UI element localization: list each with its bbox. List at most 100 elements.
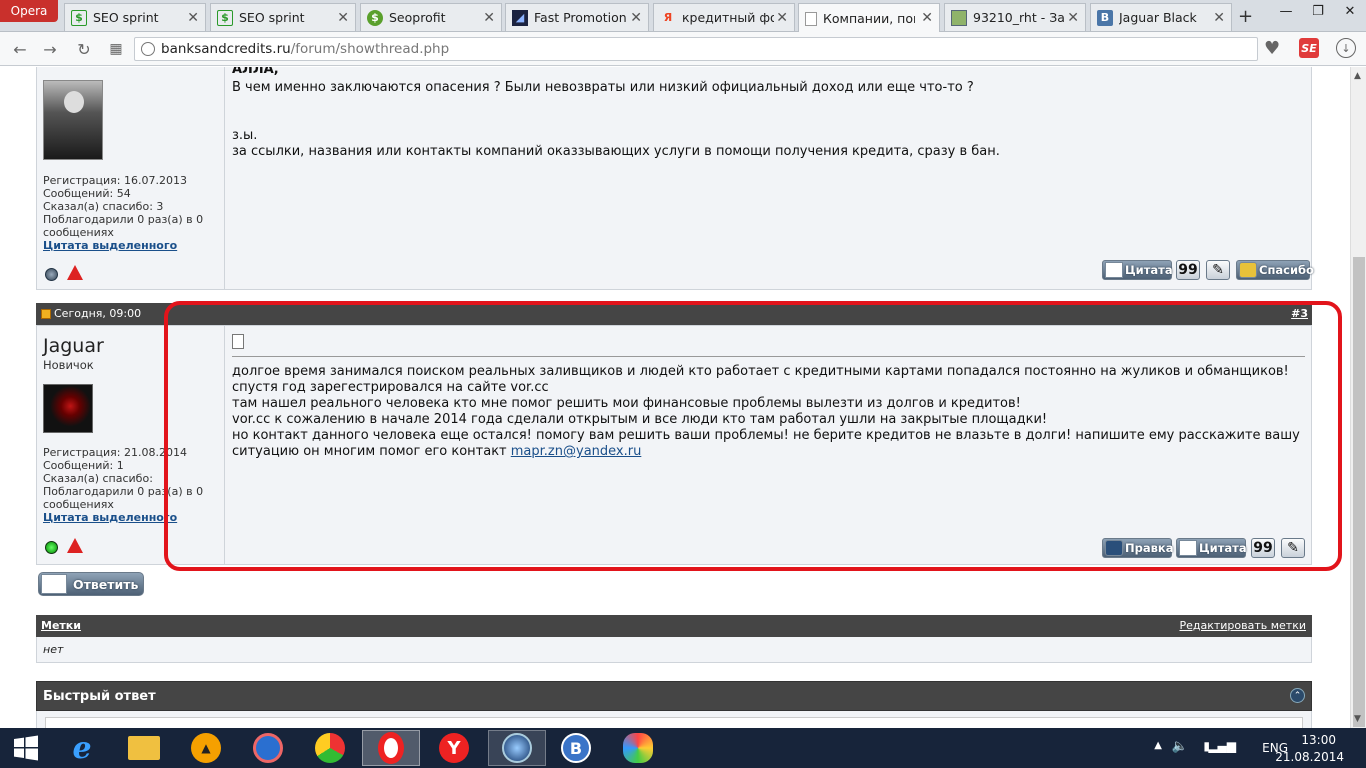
quick-reply-body bbox=[36, 711, 1312, 728]
thanks-received-suffix: сообщениях bbox=[43, 498, 114, 511]
scroll-thumb[interactable] bbox=[1353, 257, 1365, 727]
yandex-icon: Я bbox=[663, 11, 673, 24]
report-icon[interactable] bbox=[67, 538, 83, 553]
media-player-icon[interactable] bbox=[488, 730, 546, 766]
download-icon[interactable]: ↓ bbox=[1336, 38, 1356, 58]
scroll-down-icon[interactable]: ▼ bbox=[1354, 714, 1361, 724]
close-icon[interactable]: ✕ bbox=[1213, 10, 1225, 26]
seoprofit-icon: $ bbox=[367, 9, 383, 26]
close-icon[interactable]: ✕ bbox=[776, 10, 788, 26]
message-line: долгое время занимался поиском реальных … bbox=[232, 364, 1289, 379]
multi-quote-button[interactable]: 99 bbox=[1176, 260, 1200, 280]
quick-reply-header: Быстрый ответ ⌃ bbox=[36, 681, 1312, 711]
post-2-userinfo: Jaguar Новичок Регистрация: 21.08.2014 С… bbox=[37, 326, 225, 564]
page-viewport: Регистрация: 16.07.2013 Сообщений: 54 Ск… bbox=[0, 67, 1350, 728]
message-text: ситуацию он многим помог его контакт bbox=[232, 444, 511, 459]
vk-app-icon[interactable]: B bbox=[550, 730, 602, 766]
scroll-up-icon[interactable]: ▲ bbox=[1354, 71, 1361, 81]
thanks-button-label: Спасибо bbox=[1259, 263, 1314, 277]
url-path: /forum/showthread.php bbox=[290, 41, 450, 57]
tab-seo-sprint-1[interactable]: $ SEO sprint ✕ bbox=[64, 3, 206, 31]
close-window-icon[interactable]: ✕ bbox=[1334, 0, 1366, 22]
ccleaner-icon[interactable] bbox=[242, 730, 294, 766]
avast-icon[interactable]: ▲ bbox=[180, 730, 232, 766]
image-icon bbox=[951, 9, 967, 26]
tab-label: SEO sprint bbox=[239, 10, 305, 25]
post-number-link[interactable]: #3 bbox=[1291, 307, 1308, 320]
tab-label: 93210_rht - Зали bbox=[973, 10, 1065, 25]
network-signal-icon[interactable]: ▂▄▆ bbox=[1208, 739, 1236, 753]
paint-icon[interactable] bbox=[612, 730, 664, 766]
edit-tags-link[interactable]: Редактировать метки bbox=[1179, 619, 1306, 632]
thanks-button[interactable]: Спасибо bbox=[1236, 260, 1314, 280]
close-icon[interactable]: ✕ bbox=[630, 10, 642, 26]
tags-title-link[interactable]: Метки bbox=[41, 619, 81, 632]
opera-taskbar-icon[interactable] bbox=[362, 730, 420, 766]
quote-button[interactable]: Цитата bbox=[1102, 260, 1173, 280]
close-icon[interactable]: ✕ bbox=[483, 10, 495, 26]
post-date: Сегодня, 09:00 bbox=[54, 307, 142, 320]
email-link[interactable]: mapr.zn@yandex.ru bbox=[511, 444, 642, 459]
tray-expand-icon[interactable]: ▲ bbox=[1154, 740, 1162, 751]
yandex-browser-icon[interactable]: Y bbox=[428, 730, 480, 766]
reply-button[interactable]: Ответить bbox=[38, 572, 144, 596]
speed-dial-grid-icon[interactable]: ▦ bbox=[106, 39, 126, 59]
quick-reply-editor[interactable] bbox=[45, 717, 1303, 728]
close-icon[interactable]: ✕ bbox=[1067, 10, 1079, 26]
clock-time[interactable]: 13:00 bbox=[1301, 733, 1336, 747]
post-1-userinfo: Регистрация: 16.07.2013 Сообщений: 54 Ск… bbox=[37, 67, 225, 289]
vk-icon: B bbox=[1097, 9, 1113, 26]
address-bar: ← → ↻ ▦ banksandcredits.ru/forum/showthr… bbox=[0, 32, 1366, 66]
post-1-body: АЛЛА, В чем именно заключаются опасения … bbox=[226, 67, 1314, 289]
chromium-icon[interactable] bbox=[304, 730, 356, 766]
quick-quote-icon[interactable]: ✎ bbox=[1206, 260, 1230, 280]
quick-quote-icon[interactable]: ✎ bbox=[1281, 538, 1305, 558]
post-2-body: долгое время занимался поиском реальных … bbox=[226, 326, 1311, 564]
url-input[interactable]: banksandcredits.ru/forum/showthread.php bbox=[134, 37, 1258, 61]
tab-seo-sprint-2[interactable]: $ SEO sprint ✕ bbox=[210, 3, 356, 31]
back-arrow-icon[interactable]: ← bbox=[10, 39, 30, 59]
quote-button-label: Цитата bbox=[1125, 263, 1173, 277]
file-explorer-icon[interactable] bbox=[118, 730, 170, 766]
tab-active-forum[interactable]: Компании, помо ✕ bbox=[798, 3, 940, 33]
online-status-icon bbox=[45, 541, 58, 554]
restore-icon[interactable]: ❐ bbox=[1302, 0, 1334, 22]
new-tab-button[interactable]: + bbox=[1238, 6, 1253, 27]
close-icon[interactable]: ✕ bbox=[921, 10, 933, 26]
tab-seoprofit[interactable]: $ Seoprofit ✕ bbox=[360, 3, 502, 31]
reload-icon[interactable]: ↻ bbox=[74, 39, 94, 59]
internet-explorer-icon[interactable]: e bbox=[56, 730, 108, 766]
quote-selected-link[interactable]: Цитата выделенного bbox=[43, 511, 203, 524]
tab-vk[interactable]: B Jaguar Black ✕ bbox=[1090, 3, 1232, 31]
tab-yandex[interactable]: Я кредитный фору ✕ bbox=[653, 3, 795, 31]
tab-image[interactable]: 93210_rht - Зали ✕ bbox=[944, 3, 1086, 31]
windows-taskbar: e ▲ Y B ▲ 🔈 ▮ ▂▄▆ ENG 13:00 21.08.2014 bbox=[0, 728, 1366, 768]
post-title-icon bbox=[232, 334, 244, 349]
quote-selected-link[interactable]: Цитата выделенного bbox=[43, 239, 203, 252]
page-scrollbar[interactable]: ▲ ▼ bbox=[1350, 67, 1366, 728]
reply-icon bbox=[41, 574, 67, 594]
multi-quote-button[interactable]: 99 bbox=[1251, 538, 1275, 558]
username-link[interactable]: Jaguar bbox=[43, 335, 104, 357]
quote-button[interactable]: Цитата bbox=[1176, 538, 1247, 558]
edit-button[interactable]: Правка bbox=[1102, 538, 1173, 558]
user-rank: Новичок bbox=[43, 358, 94, 372]
thanks-received-suffix: сообщениях bbox=[43, 226, 114, 239]
tab-label: Fast Promotion bbox=[534, 10, 627, 25]
windows-start-icon[interactable] bbox=[0, 730, 52, 766]
collapse-icon[interactable]: ⌃ bbox=[1290, 688, 1305, 703]
se-extension-icon[interactable]: SE bbox=[1299, 38, 1319, 58]
report-icon[interactable] bbox=[67, 265, 83, 280]
heart-icon[interactable]: ♥ bbox=[1264, 38, 1280, 59]
close-icon[interactable]: ✕ bbox=[187, 10, 199, 26]
se-label: SE bbox=[1301, 41, 1317, 55]
clock-date[interactable]: 21.08.2014 bbox=[1275, 750, 1344, 764]
opera-menu-button[interactable]: Opera bbox=[0, 0, 58, 22]
close-icon[interactable]: ✕ bbox=[337, 10, 349, 26]
volume-icon[interactable]: 🔈 bbox=[1172, 739, 1188, 754]
forward-arrow-icon[interactable]: → bbox=[40, 39, 60, 59]
tags-body: нет bbox=[36, 637, 1312, 663]
quote-page-icon bbox=[1105, 262, 1123, 278]
minimize-icon[interactable]: — bbox=[1270, 0, 1302, 22]
tab-fast-promotion[interactable]: ◢ Fast Promotion ✕ bbox=[505, 3, 649, 31]
